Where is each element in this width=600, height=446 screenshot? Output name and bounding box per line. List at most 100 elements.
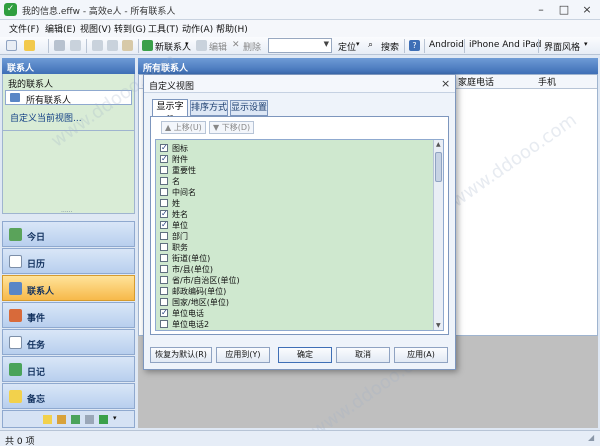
- nav-contacts[interactable]: 联系人: [2, 275, 135, 301]
- menu-file[interactable]: 文件(F): [9, 22, 39, 35]
- chevron-down-icon[interactable]: ▾: [113, 414, 117, 422]
- col-mobile[interactable]: 手机: [538, 75, 556, 88]
- minimize-icon[interactable]: –: [530, 1, 552, 18]
- col-home-phone[interactable]: 家庭电话: [458, 75, 494, 88]
- tab-sort[interactable]: 排序方式: [190, 100, 228, 116]
- nav-memo[interactable]: 备忘: [2, 383, 135, 409]
- menu-action[interactable]: 动作(A): [182, 22, 213, 35]
- iphone-button[interactable]: iPhone And iPad: [469, 40, 541, 50]
- style-button[interactable]: 界面风格: [544, 40, 580, 53]
- field-checkbox[interactable]: [160, 265, 168, 273]
- dialog-close-icon[interactable]: ×: [441, 77, 450, 90]
- right-pane-header: 所有联系人: [138, 58, 598, 74]
- open-folder-icon[interactable]: [24, 40, 35, 51]
- add-shortcut-icon[interactable]: [99, 415, 108, 424]
- splitter-grip[interactable]: ······: [61, 209, 72, 216]
- move-down-button[interactable]: ▼ 下移(D): [209, 121, 255, 134]
- apply-to-button[interactable]: 应用到(Y): [216, 347, 270, 363]
- field-list[interactable]: ▲ ▼ ✓ 图标 ✓ 附件 重要性名中间名姓 ✓ 姓名 ✓ 单位 部门 职务 街道(单位) 市/县(单位…: [155, 139, 444, 331]
- status-bar: 共 0 项 ◢: [0, 430, 600, 446]
- field-checkbox[interactable]: ✓: [160, 221, 168, 229]
- field-label: 职务: [172, 243, 188, 252]
- key-shortcut-icon[interactable]: [57, 415, 66, 424]
- delete-button[interactable]: 删除: [243, 40, 261, 53]
- scroll-down-icon[interactable]: ▼: [436, 322, 441, 329]
- preview-icon[interactable]: [70, 40, 81, 51]
- move-up-button[interactable]: ▲ 上移(U): [161, 121, 206, 134]
- locate-combo[interactable]: ▼: [268, 38, 332, 53]
- nav-events[interactable]: 事件: [2, 302, 135, 328]
- menu-edit[interactable]: 编辑(E): [45, 22, 76, 35]
- menu-goto[interactable]: 转到(G): [114, 22, 146, 35]
- diary-icon: [9, 363, 22, 376]
- menu-tools[interactable]: 工具(T): [148, 22, 179, 35]
- apply-button[interactable]: 应用(A): [394, 347, 448, 363]
- search-button[interactable]: 搜索: [381, 40, 399, 53]
- cancel-button[interactable]: 取消: [336, 347, 390, 363]
- field-checkbox[interactable]: [160, 232, 168, 240]
- new-contact-icon[interactable]: [142, 40, 153, 51]
- field-checkbox[interactable]: [160, 177, 168, 185]
- paste-icon[interactable]: [122, 40, 133, 51]
- maximize-icon[interactable]: □: [553, 1, 575, 18]
- edit-button[interactable]: 编辑: [209, 40, 227, 53]
- edit-icon[interactable]: [196, 40, 207, 51]
- resize-grip-icon[interactable]: ◢: [588, 433, 594, 442]
- field-checkbox[interactable]: ✓: [160, 210, 168, 218]
- all-contacts-label: 所有联系人: [26, 96, 72, 106]
- title-bar: ✓ 我的信息.effw - 高效e人 - 所有联系人 – □ ×: [0, 0, 600, 20]
- dialog-title-bar: 自定义视图 ×: [144, 75, 455, 93]
- copy-icon[interactable]: [107, 40, 118, 51]
- globe-shortcut-icon[interactable]: [71, 415, 80, 424]
- search-shortcut-icon[interactable]: [85, 415, 94, 424]
- field-checkbox[interactable]: [160, 199, 168, 207]
- nav-today[interactable]: 今日: [2, 221, 135, 247]
- ok-button[interactable]: 确定: [278, 347, 332, 363]
- android-button[interactable]: Android: [429, 40, 464, 50]
- field-label: 部门: [172, 232, 188, 241]
- field-checkbox[interactable]: [160, 243, 168, 251]
- scroll-thumb[interactable]: [435, 152, 442, 182]
- field-checkbox[interactable]: [160, 298, 168, 306]
- field-label: 市/县(单位): [172, 265, 213, 274]
- menu-view[interactable]: 视图(V): [80, 22, 111, 35]
- field-checkbox[interactable]: [160, 287, 168, 295]
- field-checkbox[interactable]: [160, 166, 168, 174]
- field-label: 附件: [172, 155, 188, 164]
- field-checkbox[interactable]: [160, 188, 168, 196]
- app-icon: ✓: [4, 3, 17, 16]
- left-pane-header: 联系人: [2, 58, 135, 74]
- tab-display-fields[interactable]: 显示字段: [152, 99, 188, 126]
- dialog-title: 自定义视图: [149, 82, 195, 92]
- nav-tasks[interactable]: 任务: [2, 329, 135, 355]
- tab-display-settings[interactable]: 显示设置: [230, 100, 268, 116]
- field-label: 单位电话: [172, 309, 204, 318]
- close-icon[interactable]: ×: [576, 1, 598, 18]
- reset-default-button[interactable]: 恢复为默认(R): [150, 347, 212, 363]
- field-checkbox[interactable]: ✓: [160, 309, 168, 317]
- scroll-up-icon[interactable]: ▲: [436, 141, 441, 148]
- field-checkbox[interactable]: [160, 276, 168, 284]
- nav-calendar[interactable]: 日历: [2, 248, 135, 274]
- fields-panel: ▲ 上移(U) ▼ 下移(D) ▲ ▼ ✓ 图标 ✓ 附件 重要性名中间名姓 ✓ 姓名 ✓ 单位…: [150, 116, 449, 335]
- field-label: 单位电话2: [172, 320, 210, 329]
- field-label: 中间名: [172, 188, 196, 197]
- menu-help[interactable]: 帮助(H): [216, 22, 248, 35]
- tasks-icon: [9, 336, 22, 349]
- nav-shortcut-strip: ▾: [2, 410, 135, 428]
- field-checkbox[interactable]: ✓: [160, 144, 168, 152]
- status-text: 共 0 项: [5, 437, 35, 446]
- print-icon[interactable]: [54, 40, 65, 51]
- memo-shortcut-icon[interactable]: [43, 415, 52, 424]
- nav-diary[interactable]: 日记: [2, 356, 135, 382]
- calendar-icon: [9, 255, 22, 268]
- field-checkbox[interactable]: ✓: [160, 155, 168, 163]
- field-list-scrollbar[interactable]: ▲ ▼: [433, 140, 443, 330]
- cut-icon[interactable]: [92, 40, 103, 51]
- help-icon[interactable]: ?: [409, 40, 420, 51]
- toolbar: 新联系人 ▾ 编辑 ✕ 删除 ▼ 定位 ▾ ⌕ 搜索 ? Android iPh…: [0, 37, 600, 55]
- locate-button[interactable]: 定位: [338, 40, 356, 53]
- new-file-icon[interactable]: [6, 40, 17, 51]
- field-checkbox[interactable]: [160, 254, 168, 262]
- field-checkbox[interactable]: [160, 320, 168, 328]
